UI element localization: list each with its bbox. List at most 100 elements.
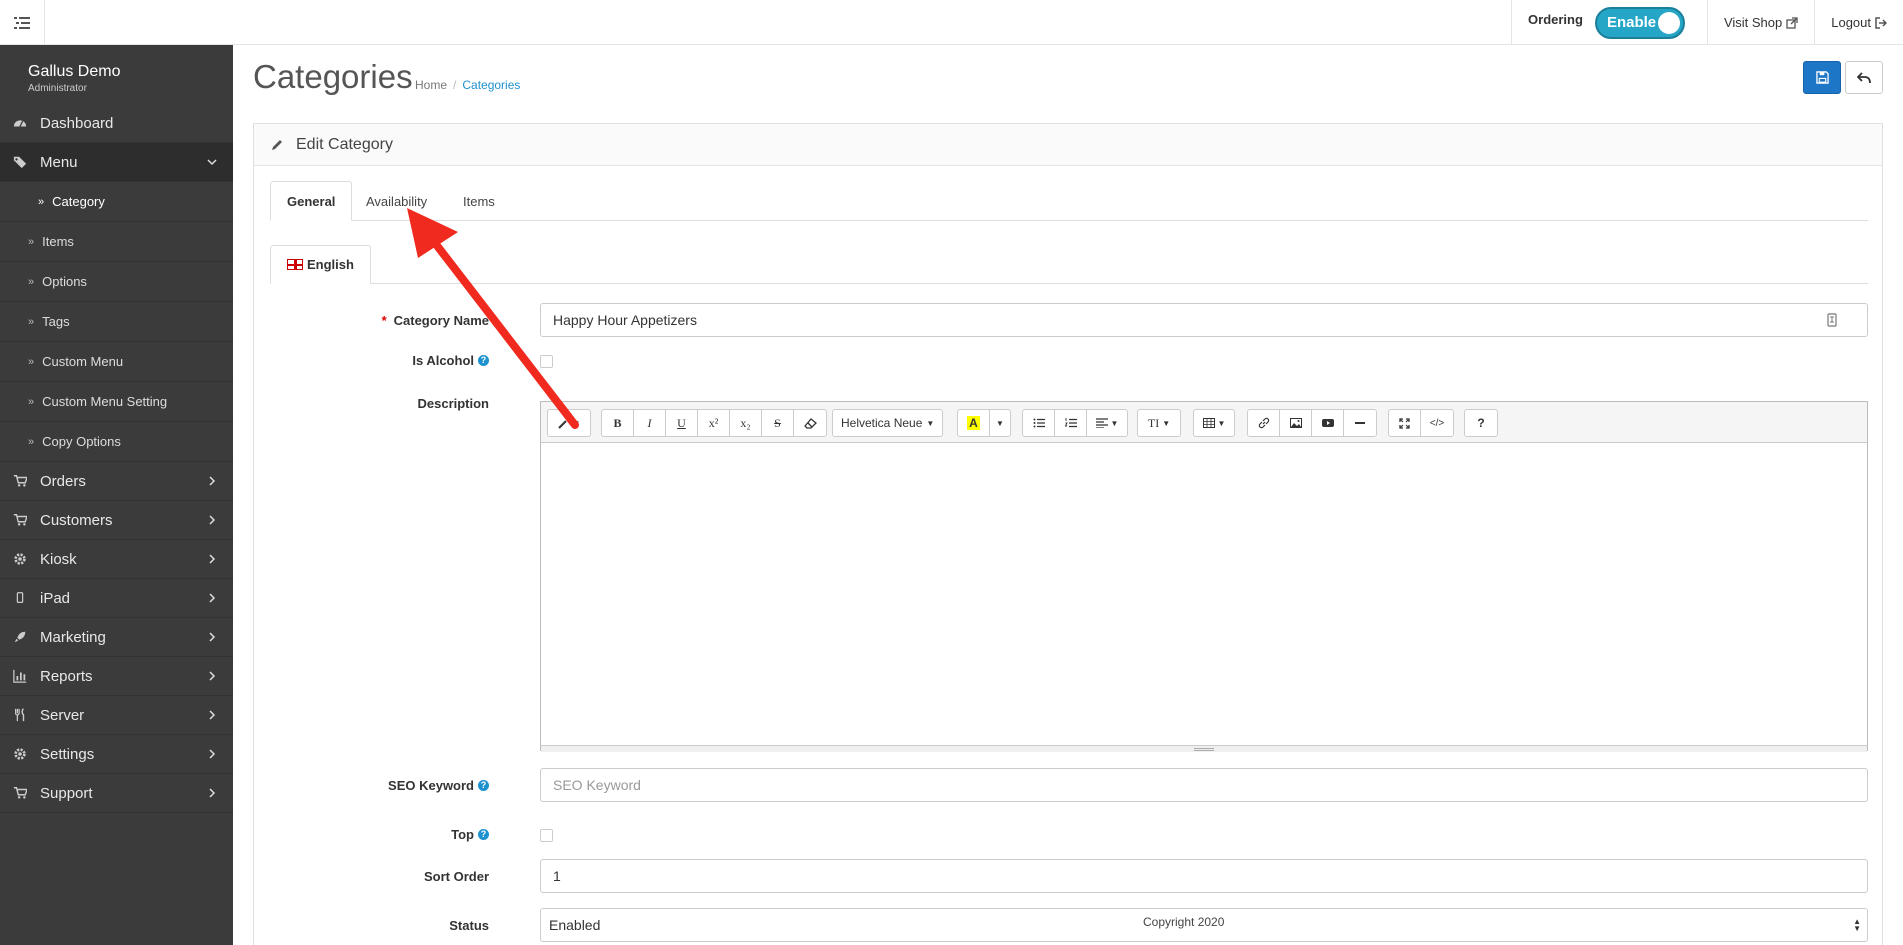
sidebar-item-reports[interactable]: Reports	[0, 657, 233, 696]
is-alcohol-checkbox[interactable]	[540, 355, 553, 368]
help-icon[interactable]: ?	[478, 779, 489, 791]
sort-order-input[interactable]: 1	[540, 859, 1868, 893]
toolbar-group-font: B I U x² x₂ S	[601, 409, 827, 437]
superscript-button[interactable]: x²	[698, 410, 730, 436]
unordered-list-button[interactable]	[1023, 410, 1055, 436]
italic-button[interactable]: I	[634, 410, 666, 436]
line-height-dropdown[interactable]: TI ▼	[1138, 410, 1180, 436]
insert-image-button[interactable]	[1280, 410, 1312, 436]
underline-icon: U	[677, 415, 686, 430]
submenu-item-copy-options[interactable]: » Copy Options	[0, 422, 233, 462]
status-value: Enabled	[549, 917, 601, 933]
gear-icon	[12, 551, 28, 567]
select-arrows-icon: ▲ ▼	[1853, 917, 1861, 933]
highlight-icon: A	[967, 416, 980, 430]
ordering-toggle[interactable]: Enable	[1594, 6, 1685, 39]
toolbar-group-style: ▼	[547, 409, 591, 437]
help-icon[interactable]: ?	[478, 828, 489, 840]
visit-shop-label: Visit Shop	[1723, 15, 1783, 30]
tab-availability[interactable]: Availability	[350, 181, 443, 221]
page-title: Categories	[253, 58, 413, 95]
code-icon: </>	[1429, 417, 1445, 429]
chevron-right-icon	[209, 476, 216, 486]
grip-icon	[1194, 747, 1214, 751]
sidebar-item-ipad[interactable]: iPad	[0, 579, 233, 618]
visit-shop-link[interactable]: Visit Shop	[1706, 0, 1814, 45]
rocket-icon	[12, 629, 28, 645]
double-chevron-right-icon: »	[28, 395, 35, 408]
insert-link-button[interactable]	[1248, 410, 1280, 436]
sidebar-item-kiosk[interactable]: Kiosk	[0, 540, 233, 579]
sidebar-item-label: Server	[40, 706, 85, 724]
breadcrumb-home[interactable]: Home	[415, 78, 447, 92]
category-name-input[interactable]: Happy Hour Appetizers	[540, 303, 1868, 337]
form-tabs: General Availability Items	[270, 181, 1868, 221]
horizontal-rule-button[interactable]	[1344, 410, 1376, 436]
tab-general[interactable]: General	[270, 181, 353, 221]
save-button[interactable]	[1803, 61, 1841, 94]
sidebar-item-server[interactable]: Server	[0, 696, 233, 735]
font-family-dropdown[interactable]: Helvetica Neue ▼	[833, 410, 942, 436]
toolbar-group-view: </>	[1388, 409, 1454, 437]
paragraph-align-dropdown[interactable]: ▼	[1087, 410, 1127, 436]
underline-button[interactable]: U	[666, 410, 698, 436]
submenu-item-items[interactable]: » Items	[0, 222, 233, 262]
color-dropdown-button[interactable]: ▼	[990, 410, 1010, 436]
sidebar-item-settings[interactable]: Settings	[0, 735, 233, 774]
help-icon[interactable]: ?	[478, 354, 489, 366]
table-dropdown[interactable]: ▼	[1194, 410, 1234, 436]
breadcrumb-current[interactable]: Categories	[462, 78, 520, 92]
list-icon	[14, 16, 30, 29]
subscript-button[interactable]: x₂	[730, 410, 762, 436]
cart-icon	[12, 473, 28, 489]
tab-language-english[interactable]: English	[270, 245, 371, 284]
fullscreen-button[interactable]	[1389, 410, 1421, 436]
font-color-button[interactable]: A	[958, 410, 990, 436]
sidebar-toggle-button[interactable]	[0, 0, 45, 45]
code-view-button[interactable]: </>	[1421, 410, 1453, 436]
clear-format-button[interactable]	[794, 410, 826, 436]
submenu-item-options[interactable]: » Options	[0, 262, 233, 302]
ordered-list-button[interactable]	[1055, 410, 1087, 436]
external-link-icon	[1786, 16, 1798, 29]
style-dropdown-button[interactable]: ▼	[548, 410, 590, 436]
font-family-value: Helvetica Neue	[841, 416, 923, 430]
editor-resize-handle[interactable]	[541, 745, 1867, 752]
back-button[interactable]	[1845, 61, 1883, 94]
sign-out-icon	[1875, 16, 1887, 29]
sidebar-item-marketing[interactable]: Marketing	[0, 618, 233, 657]
editor-toolbar: ▼ B I U x² x₂ S Helvetica Neue ▼ A ▼ ▼ T…	[541, 402, 1867, 443]
submenu-item-label: Options	[42, 274, 87, 289]
chevron-down-icon	[207, 159, 217, 166]
sidebar-item-support[interactable]: Support	[0, 774, 233, 813]
minus-icon	[1355, 422, 1365, 424]
sidebar-item-label: Customers	[40, 511, 113, 529]
submenu-item-custom-menu-setting[interactable]: » Custom Menu Setting	[0, 382, 233, 422]
bold-button[interactable]: B	[602, 410, 634, 436]
submenu-item-category[interactable]: » Category	[0, 182, 233, 222]
editor-help-button[interactable]: ?	[1465, 410, 1497, 436]
logout-link[interactable]: Logout	[1814, 0, 1903, 45]
translate-icon[interactable]	[1827, 313, 1837, 327]
double-chevron-right-icon: »	[38, 195, 45, 208]
sidebar-item-menu[interactable]: Menu	[0, 143, 233, 182]
seo-keyword-input[interactable]: SEO Keyword	[540, 768, 1868, 802]
submenu-item-label: Category	[52, 194, 105, 209]
tab-items[interactable]: Items	[447, 181, 511, 221]
chevron-right-icon	[209, 554, 216, 564]
insert-video-button[interactable]	[1312, 410, 1344, 436]
caret-down-icon: ▼	[1217, 418, 1226, 428]
uk-flag-icon	[287, 259, 303, 270]
strikethrough-button[interactable]: S	[762, 410, 794, 436]
double-chevron-right-icon: »	[28, 275, 35, 288]
submenu-item-label: Copy Options	[42, 434, 121, 449]
top-checkbox[interactable]	[540, 829, 553, 842]
description-editor-area[interactable]	[541, 443, 1867, 745]
sidebar-item-orders[interactable]: Orders	[0, 462, 233, 501]
is-alcohol-label: Is Alcohol ?	[412, 350, 489, 370]
submenu-item-tags[interactable]: » Tags	[0, 302, 233, 342]
sidebar-item-dashboard[interactable]: Dashboard	[0, 104, 233, 143]
submenu-item-custom-menu[interactable]: » Custom Menu	[0, 342, 233, 382]
toggle-knob	[1657, 11, 1680, 34]
sidebar-item-customers[interactable]: Customers	[0, 501, 233, 540]
